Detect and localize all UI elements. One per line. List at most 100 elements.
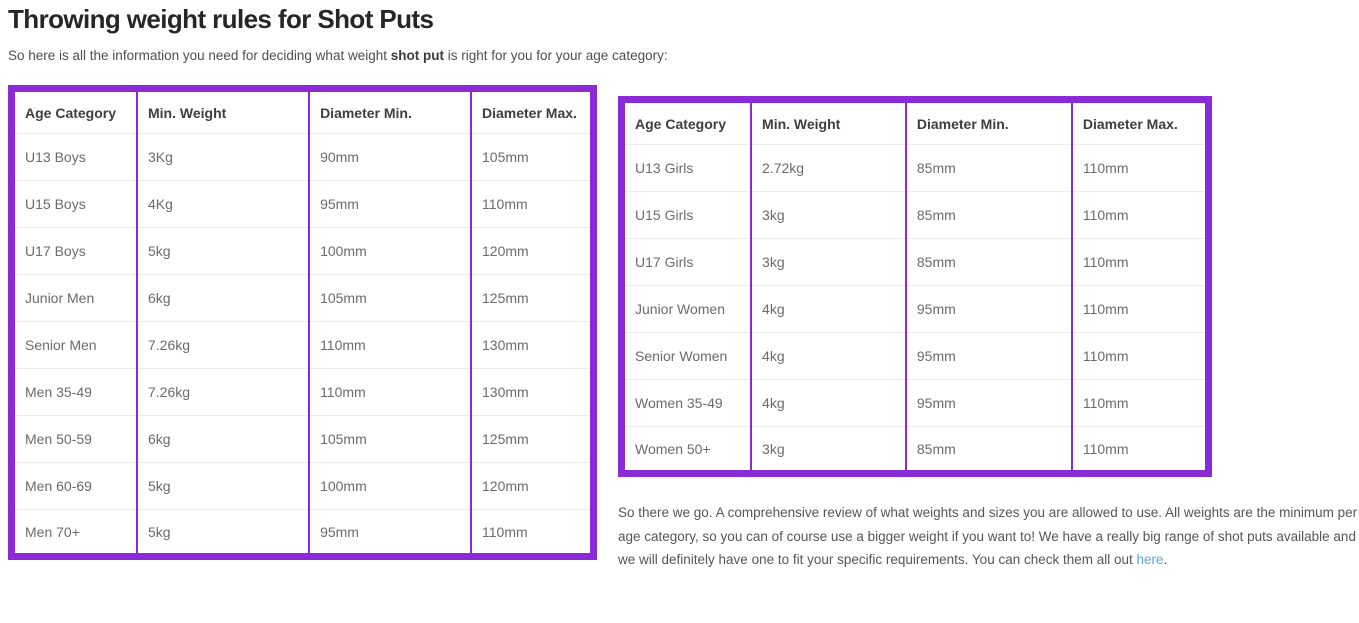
table-row: Men 70+5kg95mm110mm xyxy=(12,510,594,557)
table-cell: Senior Women xyxy=(622,333,752,380)
table-cell: 4Kg xyxy=(137,181,309,228)
table-cell: 105mm xyxy=(309,416,471,463)
table-cell: 6kg xyxy=(137,275,309,322)
intro-text: So here is all the information you need … xyxy=(8,48,668,63)
table-cell: 4kg xyxy=(751,380,906,427)
column-header: Diameter Min. xyxy=(309,89,471,134)
table-cell: U15 Boys xyxy=(12,181,138,228)
table-cell: 110mm xyxy=(471,181,594,228)
table-cell: 2.72kg xyxy=(751,145,906,192)
table-cell: 95mm xyxy=(906,380,1072,427)
table-cell: 130mm xyxy=(471,369,594,416)
column-header: Age Category xyxy=(622,100,752,145)
table-cell: U13 Boys xyxy=(12,134,138,181)
table-cell: 95mm xyxy=(309,181,471,228)
table-cell: Men 70+ xyxy=(12,510,138,557)
table-row: Women 35-494kg95mm110mm xyxy=(622,380,1209,427)
table-cell: 3Kg xyxy=(137,134,309,181)
table-cell: 90mm xyxy=(309,134,471,181)
table-cell: 7.26kg xyxy=(137,369,309,416)
women-shot-put-table: Age CategoryMin. WeightDiameter Min.Diam… xyxy=(618,96,1212,477)
table-cell: U17 Girls xyxy=(622,239,752,286)
women-table-body: U13 Girls2.72kg85mm110mmU15 Girls3kg85mm… xyxy=(622,145,1209,474)
table-cell: 130mm xyxy=(471,322,594,369)
table-cell: 85mm xyxy=(906,239,1072,286)
table-cell: Senior Men xyxy=(12,322,138,369)
table-row: U13 Boys3Kg90mm105mm xyxy=(12,134,594,181)
column-header: Diameter Min. xyxy=(906,100,1072,145)
table-cell: 5kg xyxy=(137,510,309,557)
table-cell: 6kg xyxy=(137,416,309,463)
table-row: Junior Women4kg95mm110mm xyxy=(622,286,1209,333)
table-cell: 4kg xyxy=(751,333,906,380)
table-row: U17 Boys5kg100mm120mm xyxy=(12,228,594,275)
table-cell: Women 50+ xyxy=(622,427,752,474)
table-cell: 95mm xyxy=(906,333,1072,380)
table-cell: Men 50-59 xyxy=(12,416,138,463)
table-row: Men 50-596kg105mm125mm xyxy=(12,416,594,463)
men-table-container: Age CategoryMin. WeightDiameter Min.Diam… xyxy=(8,85,597,560)
intro-bold-term: shot put xyxy=(391,48,444,63)
column-header: Age Category xyxy=(12,89,138,134)
women-table-container: Age CategoryMin. WeightDiameter Min.Diam… xyxy=(618,96,1212,477)
intro-text-after: is right for you for your age category: xyxy=(444,48,668,63)
table-cell: U15 Girls xyxy=(622,192,752,239)
table-row: U17 Girls3kg85mm110mm xyxy=(622,239,1209,286)
table-cell: 110mm xyxy=(1072,145,1209,192)
table-row: Men 35-497.26kg110mm130mm xyxy=(12,369,594,416)
table-row: Men 60-695kg100mm120mm xyxy=(12,463,594,510)
table-cell: Men 60-69 xyxy=(12,463,138,510)
outro-text-after: . xyxy=(1164,552,1168,567)
table-cell: 110mm xyxy=(471,510,594,557)
table-cell: 125mm xyxy=(471,275,594,322)
column-header: Diameter Max. xyxy=(471,89,594,134)
table-cell: 85mm xyxy=(906,192,1072,239)
table-cell: 3kg xyxy=(751,427,906,474)
table-row: Senior Men7.26kg110mm130mm xyxy=(12,322,594,369)
table-cell: 110mm xyxy=(1072,192,1209,239)
table-cell: 100mm xyxy=(309,463,471,510)
outro-text-before: So there we go. A comprehensive review o… xyxy=(618,505,1357,567)
table-cell: 95mm xyxy=(906,286,1072,333)
table-cell: 110mm xyxy=(1072,286,1209,333)
table-cell: 5kg xyxy=(137,463,309,510)
here-link[interactable]: here xyxy=(1137,552,1164,567)
column-header: Diameter Max. xyxy=(1072,100,1209,145)
table-cell: 3kg xyxy=(751,239,906,286)
table-row: Women 50+3kg85mm110mm xyxy=(622,427,1209,474)
table-cell: U17 Boys xyxy=(12,228,138,275)
table-cell: 120mm xyxy=(471,463,594,510)
table-cell: 85mm xyxy=(906,427,1072,474)
table-cell: 105mm xyxy=(471,134,594,181)
table-cell: Junior Women xyxy=(622,286,752,333)
table-cell: 110mm xyxy=(1072,380,1209,427)
table-cell: Junior Men xyxy=(12,275,138,322)
table-cell: 5kg xyxy=(137,228,309,275)
intro-text-before: So here is all the information you need … xyxy=(8,48,391,63)
table-cell: U13 Girls xyxy=(622,145,752,192)
table-row: U13 Girls2.72kg85mm110mm xyxy=(622,145,1209,192)
table-row: U15 Girls3kg85mm110mm xyxy=(622,192,1209,239)
outro-text: So there we go. A comprehensive review o… xyxy=(618,501,1359,572)
table-row: U15 Boys4Kg95mm110mm xyxy=(12,181,594,228)
column-header: Min. Weight xyxy=(137,89,309,134)
men-table-header-row: Age CategoryMin. WeightDiameter Min.Diam… xyxy=(12,89,594,134)
table-cell: 105mm xyxy=(309,275,471,322)
table-row: Junior Men6kg105mm125mm xyxy=(12,275,594,322)
men-table-body: U13 Boys3Kg90mm105mmU15 Boys4Kg95mm110mm… xyxy=(12,134,594,557)
table-cell: 4kg xyxy=(751,286,906,333)
table-cell: 120mm xyxy=(471,228,594,275)
table-cell: 125mm xyxy=(471,416,594,463)
table-cell: 110mm xyxy=(1072,427,1209,474)
table-cell: 110mm xyxy=(1072,239,1209,286)
table-cell: 110mm xyxy=(309,369,471,416)
table-cell: Men 35-49 xyxy=(12,369,138,416)
table-cell: 110mm xyxy=(1072,333,1209,380)
table-cell: 7.26kg xyxy=(137,322,309,369)
table-row: Senior Women4kg95mm110mm xyxy=(622,333,1209,380)
column-header: Min. Weight xyxy=(751,100,906,145)
table-cell: 3kg xyxy=(751,192,906,239)
page-title: Throwing weight rules for Shot Puts xyxy=(8,4,433,35)
table-cell: 100mm xyxy=(309,228,471,275)
table-cell: 85mm xyxy=(906,145,1072,192)
